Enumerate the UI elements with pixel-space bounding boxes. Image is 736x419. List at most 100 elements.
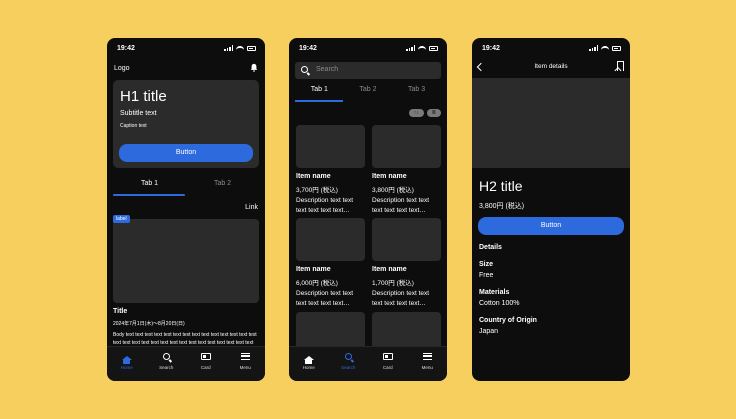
search-icon bbox=[344, 353, 352, 360]
link[interactable]: Link bbox=[245, 204, 258, 211]
page-title: H1 title bbox=[120, 88, 167, 105]
product-price: 1,700円 (税込) bbox=[372, 280, 414, 287]
product-card[interactable]: Item name 3,800円 (税込) Description text t… bbox=[372, 125, 441, 216]
product-name: Item name bbox=[372, 266, 407, 273]
tab-indicator bbox=[295, 100, 343, 102]
product-name: Item name bbox=[296, 173, 331, 180]
home-icon bbox=[303, 356, 314, 364]
status-bar: 19:42 bbox=[472, 38, 630, 58]
detail-value-origin: Japan bbox=[479, 328, 499, 335]
battery-icon bbox=[247, 45, 256, 51]
search-placeholder: Search bbox=[316, 66, 339, 73]
filter-button[interactable]: ≣ bbox=[426, 109, 441, 117]
nav-menu-label: Menu bbox=[239, 365, 251, 370]
product-description: Description text text text text text tex… bbox=[296, 290, 354, 307]
nav-search-label: Search bbox=[341, 365, 356, 370]
logo[interactable]: Logo bbox=[114, 65, 130, 72]
menu-icon bbox=[240, 353, 250, 360]
bottom-nav: Home Search Card Menu bbox=[107, 346, 265, 381]
menu-icon bbox=[422, 353, 432, 360]
search-icon bbox=[301, 66, 308, 73]
product-description: Description text text text text text tex… bbox=[372, 290, 430, 307]
signal-icon bbox=[406, 45, 415, 51]
nav-card-label: Card bbox=[382, 365, 393, 370]
card-icon bbox=[382, 353, 393, 360]
header: Item details bbox=[472, 60, 630, 76]
bell-icon[interactable] bbox=[250, 63, 258, 72]
product-description: Description text text text text text tex… bbox=[372, 197, 430, 214]
bookmark-icon[interactable] bbox=[617, 61, 624, 71]
product-card[interactable]: Item name 1,700円 (税込) Description text t… bbox=[372, 218, 441, 309]
home-screen: 19:42 Logo H1 title Subtitle text Captio… bbox=[107, 38, 265, 381]
status-time: 19:42 bbox=[299, 45, 317, 52]
nav-search[interactable]: Search bbox=[329, 347, 369, 381]
search-icon bbox=[162, 353, 170, 360]
product-description: Description text text text text text tex… bbox=[296, 197, 354, 214]
product-card[interactable]: Item name 3,700円 (税込) Description text t… bbox=[296, 125, 365, 216]
header-title: Item details bbox=[534, 63, 568, 70]
nav-home-label: Home bbox=[120, 365, 133, 370]
wifi-icon bbox=[236, 45, 244, 51]
nav-home-label: Home bbox=[302, 365, 315, 370]
battery-icon bbox=[612, 45, 621, 51]
product-price: 6,000円 (税込) bbox=[296, 280, 338, 287]
detail-label-size: Size bbox=[479, 261, 494, 268]
tab-2[interactable]: Tab 2 bbox=[344, 86, 393, 93]
signal-icon bbox=[224, 45, 233, 51]
product-name: Item name bbox=[372, 173, 407, 180]
nav-menu[interactable]: Menu bbox=[226, 347, 266, 381]
search-input[interactable]: Search bbox=[295, 62, 441, 79]
nav-search[interactable]: Search bbox=[147, 347, 187, 381]
nav-search-label: Search bbox=[159, 365, 174, 370]
status-icons bbox=[589, 45, 621, 51]
card-body: Body text text text text text text text … bbox=[113, 332, 257, 346]
card-date: 2024年7月1日(木)〜8月20日(日) bbox=[113, 321, 185, 327]
status-time: 19:42 bbox=[482, 45, 500, 52]
tab-bar: Tab 1 Tab 2 bbox=[113, 180, 259, 196]
sort-button[interactable]: ↑↓ bbox=[408, 109, 424, 117]
product-price: 3,700円 (税込) bbox=[296, 187, 338, 194]
card-icon bbox=[200, 353, 211, 360]
product-price: 3,800円 (税込) bbox=[372, 187, 414, 194]
product-image bbox=[372, 218, 441, 261]
primary-button[interactable]: Button bbox=[119, 144, 253, 162]
hero-card: H1 title Subtitle text Caption text Butt… bbox=[113, 80, 259, 168]
product-image bbox=[296, 125, 365, 168]
nav-card[interactable]: Card bbox=[186, 347, 226, 381]
tab-bar: Tab 1 Tab 2 Tab 3 bbox=[295, 86, 441, 102]
home-icon bbox=[121, 356, 132, 364]
detail-label-materials: Materials bbox=[479, 289, 510, 296]
detail-label-origin: Country of Origin bbox=[479, 317, 537, 324]
status-icons bbox=[224, 45, 256, 51]
detail-value-size: Free bbox=[479, 272, 494, 279]
nav-card[interactable]: Card bbox=[368, 347, 408, 381]
card-image[interactable] bbox=[113, 219, 259, 303]
product-image bbox=[372, 125, 441, 168]
wifi-icon bbox=[601, 45, 609, 51]
status-time: 19:42 bbox=[117, 45, 135, 52]
sort-controls: ↑↓ ≣ bbox=[408, 109, 441, 117]
label-badge: label bbox=[113, 215, 130, 223]
primary-button[interactable]: Button bbox=[478, 217, 624, 235]
nav-home[interactable]: Home bbox=[107, 347, 147, 381]
tab-2[interactable]: Tab 2 bbox=[186, 180, 259, 187]
nav-menu[interactable]: Menu bbox=[408, 347, 448, 381]
product-name: Item name bbox=[296, 266, 331, 273]
battery-icon bbox=[429, 45, 438, 51]
search-screen: 19:42 Search Tab 1 Tab 2 Tab 3 ↑↓ ≣ Item… bbox=[289, 38, 447, 381]
item-detail-screen: 19:42 Item details H2 title 3,800円 (税込) … bbox=[472, 38, 630, 381]
status-bar: 19:42 bbox=[289, 38, 447, 58]
item-title: H2 title bbox=[479, 178, 523, 194]
signal-icon bbox=[589, 45, 598, 51]
item-price: 3,800円 (税込) bbox=[479, 203, 525, 210]
tab-3[interactable]: Tab 3 bbox=[392, 86, 441, 93]
product-card[interactable]: Item name 6,000円 (税込) Description text t… bbox=[296, 218, 365, 309]
detail-value-materials: Cotton 100% bbox=[479, 300, 520, 307]
wifi-icon bbox=[418, 45, 426, 51]
status-icons bbox=[406, 45, 438, 51]
tab-1[interactable]: Tab 1 bbox=[295, 86, 344, 93]
tab-1[interactable]: Tab 1 bbox=[113, 180, 186, 187]
nav-home[interactable]: Home bbox=[289, 347, 329, 381]
caption: Caption text bbox=[120, 123, 147, 129]
details-heading: Details bbox=[479, 244, 502, 251]
